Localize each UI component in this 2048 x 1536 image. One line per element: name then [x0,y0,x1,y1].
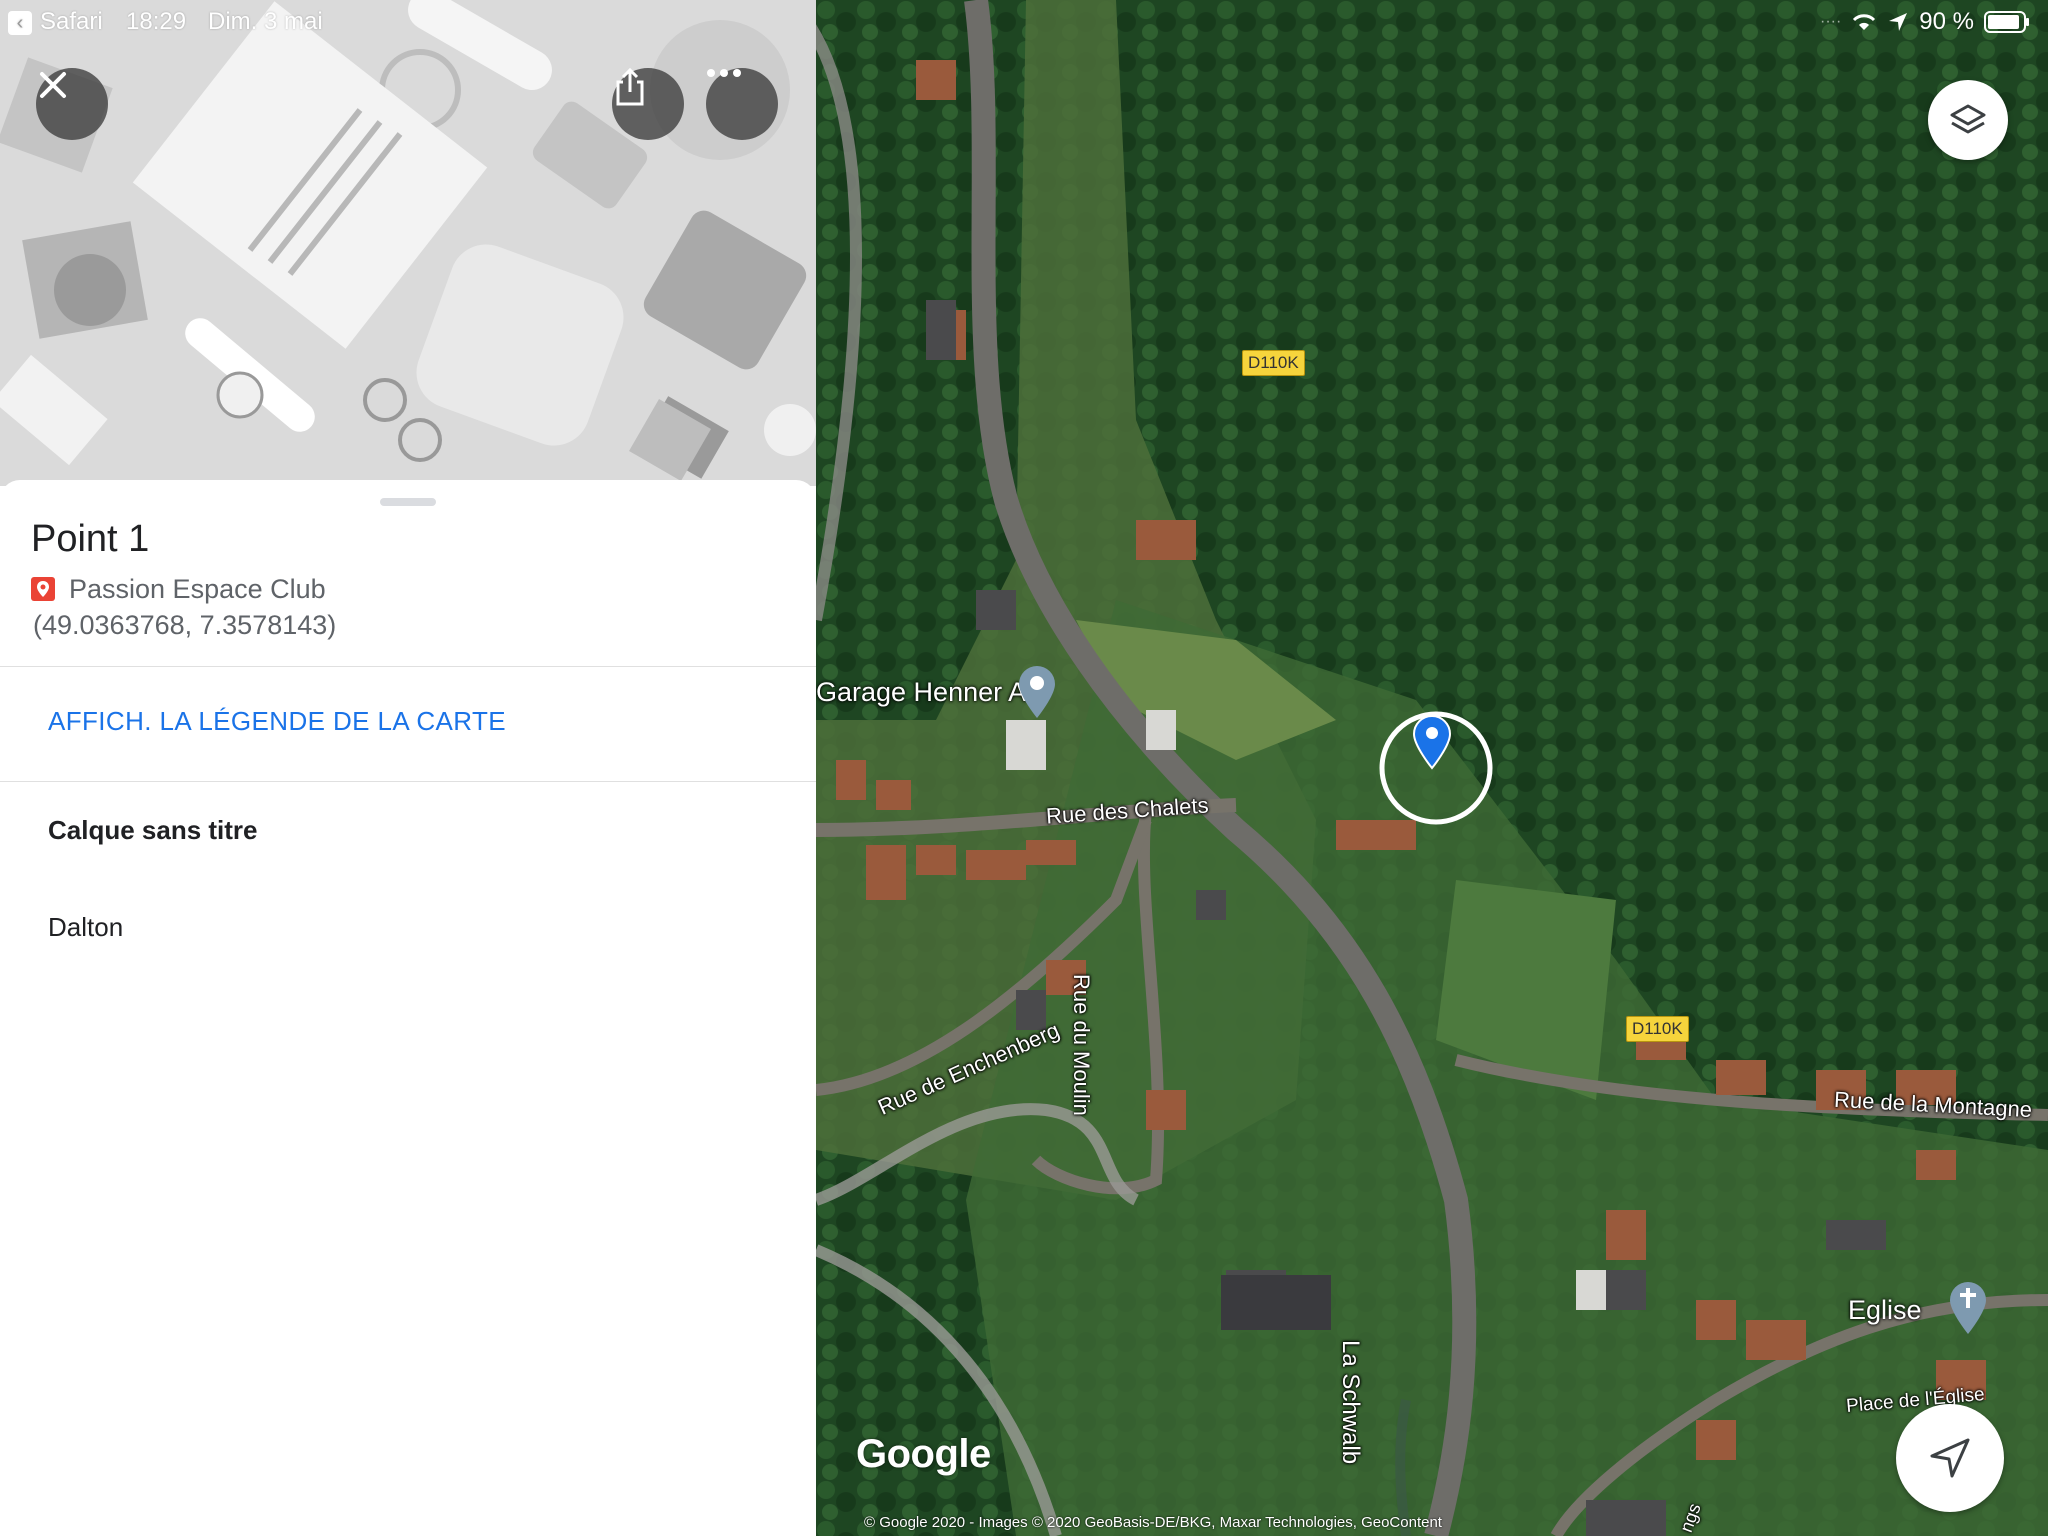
poi-label-garage[interactable]: Garage Henner A [816,677,1026,708]
more-icon [707,69,741,77]
poi-label-eglise[interactable]: Eglise [1848,1295,1922,1326]
place-list-name: Passion Espace Club [69,574,326,604]
divider [0,666,816,667]
map-copyright: © Google 2020 - Images © 2020 GeoBasis-D… [864,1514,1442,1531]
place-list-row: Passion Espace Club [31,574,326,605]
map-pin-icon [1412,715,1452,770]
map-pin-icon [31,576,55,601]
place-sheet: Point 1 Passion Espace Club (49.0363768,… [0,480,816,1536]
battery-icon [1984,11,2029,33]
divider [0,781,816,782]
place-title: Point 1 [31,518,150,560]
status-date: Dim. 3 mai [208,8,323,35]
satellite-map[interactable]: ···· 90 % D110K D110K Rue des Chalets Ru… [816,0,2048,1536]
location-arrow-icon [1930,1438,1970,1478]
layer-item-dalton[interactable]: Dalton [48,912,123,943]
close-button[interactable] [36,68,108,140]
location-services-icon [1889,13,1908,31]
layers-icon [1950,104,1986,134]
show-map-legend-link[interactable]: AFFICH. LA LÉGENDE DE LA CARTE [48,706,506,737]
share-icon [616,68,644,106]
more-options-button[interactable] [706,68,778,140]
status-back-app[interactable]: ‹ Safari [8,8,103,36]
shopping-illustration [0,0,816,486]
back-app-label: Safari [40,8,103,35]
wifi-icon [1853,14,1876,30]
dots-icon: ···· [1819,13,1842,30]
road-badge: D110K [1242,350,1305,376]
my-location-button[interactable] [1896,1404,2004,1512]
sheet-grabber[interactable] [380,498,436,506]
google-logo: Google [856,1432,991,1476]
layer-title: Calque sans titre [48,815,258,845]
close-icon [40,72,66,98]
battery-percent: 90 % [1919,8,1974,35]
place-panel: ‹ Safari 18:29 Dim. 3 mai Point 1 Passio… [0,0,816,1536]
street-label-rue-du-moulin: Rue du Moulin [1069,974,1094,1116]
selected-location-marker[interactable] [1376,708,1496,828]
church-pin-icon[interactable] [1948,1280,1988,1336]
poi-pin-icon[interactable] [1017,664,1057,720]
status-bar-right: ···· 90 % [1820,8,2030,36]
status-time: 18:29 [126,8,187,35]
map-layers-button[interactable] [1928,80,2008,160]
place-coordinates: (49.0363768, 7.3578143) [33,610,337,640]
back-chevron-icon: ‹ [8,11,32,35]
share-button[interactable] [612,68,684,140]
hero-illustration: ‹ Safari 18:29 Dim. 3 mai [0,0,816,486]
street-label-la-schwalb: La Schwalb [1337,1340,1364,1465]
road-badge: D110K [1626,1016,1689,1042]
